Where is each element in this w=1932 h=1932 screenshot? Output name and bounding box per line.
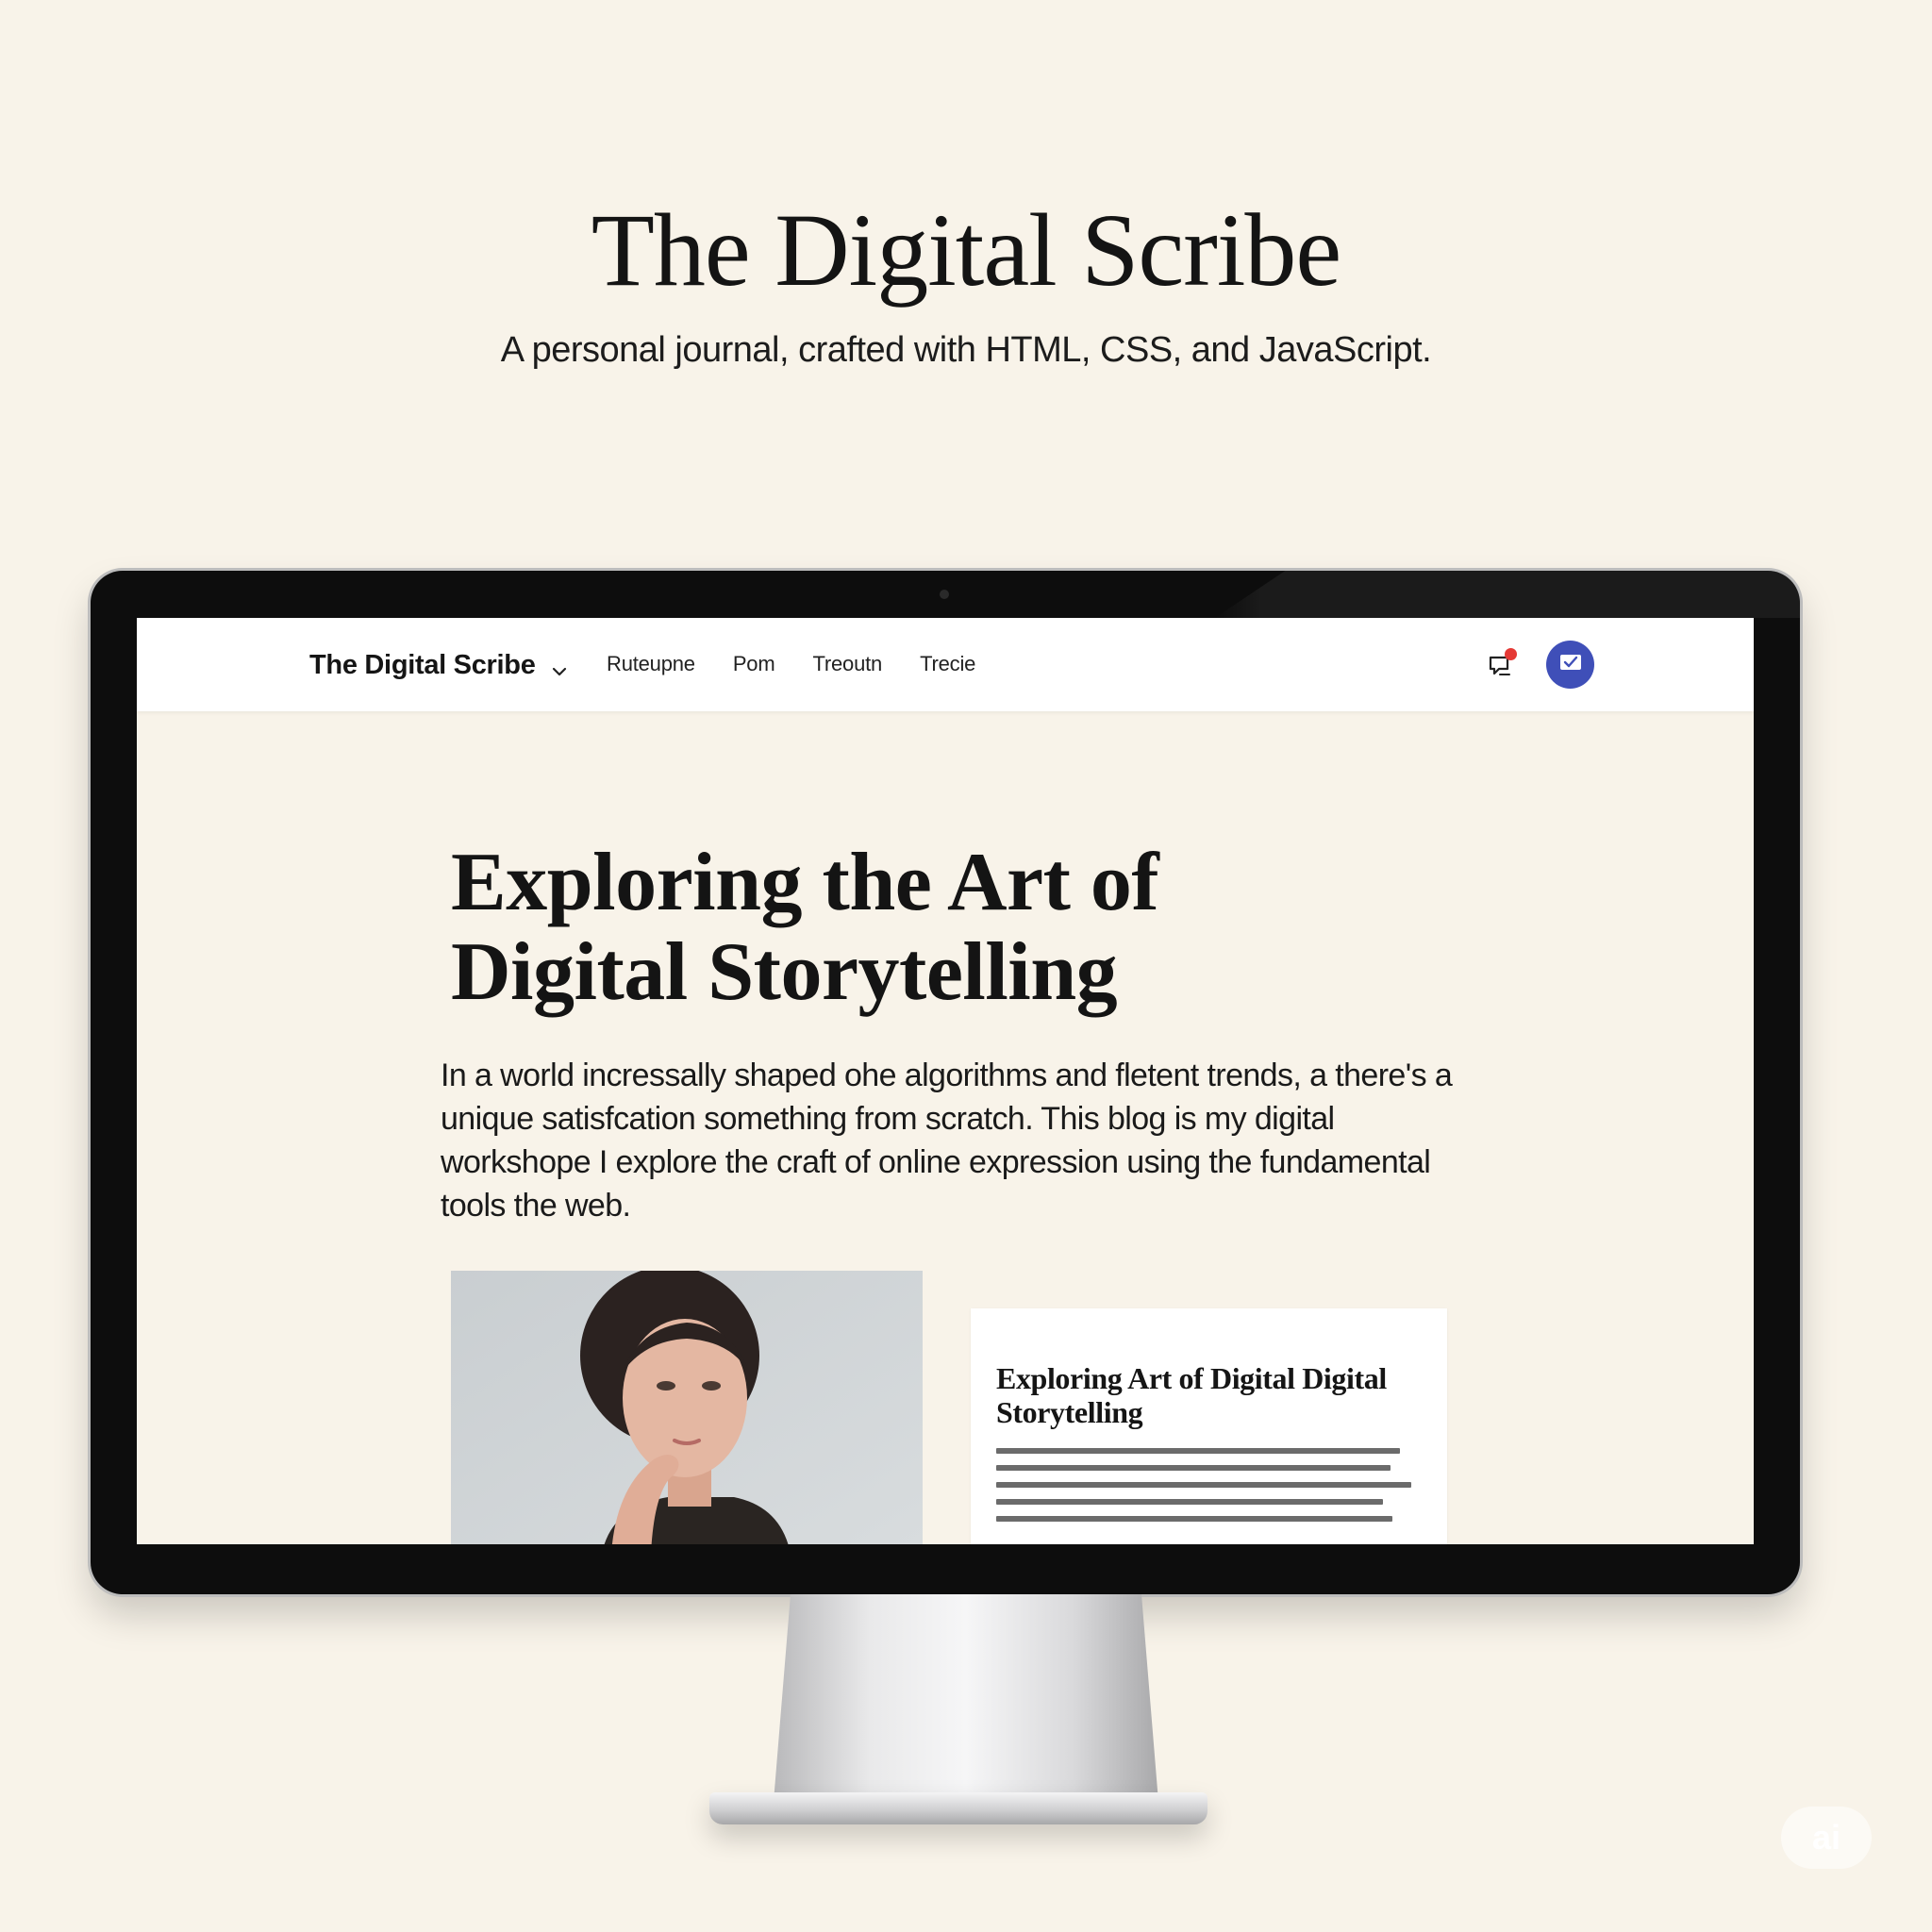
monitor-base	[709, 1792, 1208, 1824]
card-title: Exploring Art of Digital Digital Storyte…	[996, 1361, 1387, 1429]
article-lede: In a world incressally shaped ohe algori…	[441, 1058, 1453, 1224]
nav-link-4[interactable]: Trecie	[920, 652, 975, 676]
notification-dot	[1505, 648, 1517, 660]
monitor-stand	[774, 1594, 1158, 1802]
article-title: Exploring the Art of Digital Storytellin…	[451, 837, 1159, 1018]
chevron-down-icon	[551, 657, 568, 676]
ai-watermark: ai	[1781, 1807, 1872, 1869]
monitor-screen: The Digital Scribe Ruteupne Pom Treoutn …	[137, 618, 1754, 1544]
site-navbar: The Digital Scribe Ruteupne Pom Treoutn …	[137, 618, 1754, 711]
page-subtitle: A personal journal, crafted with HTML, C…	[500, 330, 1432, 370]
brand-menu[interactable]: The Digital Scribe	[309, 644, 568, 686]
nav-link-1[interactable]: Ruteupne	[607, 652, 695, 676]
watermark-label: ai	[1811, 1818, 1841, 1857]
camera-dot	[940, 590, 949, 599]
mail-check-icon	[1559, 653, 1582, 676]
nav-links: Ruteupne Pom Treoutn Trecie	[607, 652, 1013, 676]
page-title: The Digital Scribe	[591, 192, 1342, 308]
article-card[interactable]: Exploring Art of Digital Digital Storyte…	[971, 1308, 1447, 1544]
card-excerpt	[996, 1448, 1411, 1533]
article-photo	[451, 1271, 923, 1544]
profile-button[interactable]	[1546, 641, 1594, 689]
nav-link-3[interactable]: Treoutn	[812, 652, 882, 676]
monitor-frame: The Digital Scribe Ruteupne Pom Treoutn …	[91, 571, 1800, 1594]
nav-link-2[interactable]: Pom	[733, 652, 775, 676]
brand-label: The Digital Scribe	[309, 649, 536, 680]
notification-bell-icon[interactable]	[1487, 648, 1517, 680]
